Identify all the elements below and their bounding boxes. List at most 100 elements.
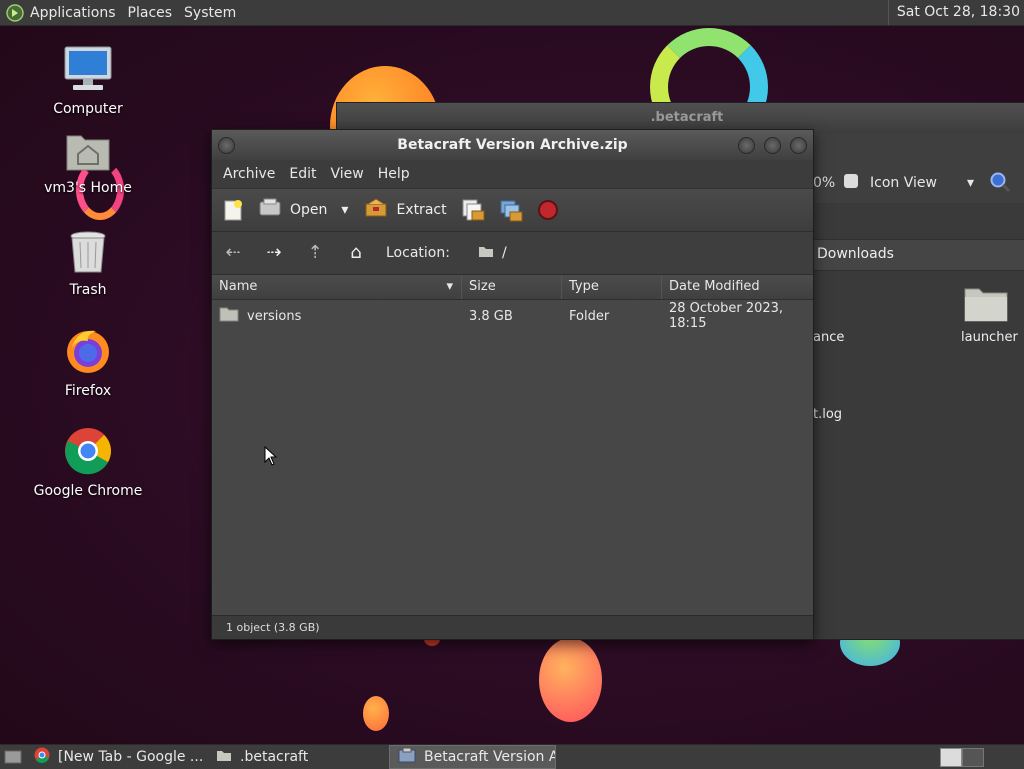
firefox-icon [33,327,143,379]
open-icon [258,198,282,222]
desktop-icon-label: Google Chrome [33,483,143,499]
archive-icon [398,747,416,767]
archive-manager-window[interactable]: Betacraft Version Archive.zip Archive Ed… [211,129,814,640]
decor-orange-egg [539,638,602,722]
zoom-level[interactable]: 0% [813,175,835,191]
desktop-icon-home[interactable]: vm3's Home [33,130,143,196]
folder-icon [219,306,239,326]
search-icon[interactable] [989,171,1011,193]
view-menu[interactable]: View [324,166,371,182]
location-path[interactable]: / [502,245,507,261]
edit-menu[interactable]: Edit [282,166,323,182]
status-bar: 1 object (3.8 GB) [212,615,813,639]
open-label: Open [290,202,328,218]
desktop-icon-label: Trash [69,282,107,298]
taskbar-item-chrome[interactable]: [New Tab - Google ... [26,745,208,769]
location-label: Location: [386,245,450,261]
taskbar-item-archive[interactable]: Betacraft Version Ar... [389,745,556,769]
window-titlebar[interactable]: Betacraft Version Archive.zip [212,130,813,160]
taskbar-item-label: Betacraft Version Ar... [424,749,555,765]
toolbar: Open ▾ Extract [212,188,813,232]
chevron-down-icon: ▾ [966,175,974,191]
add-folder-icon [500,200,523,222]
stop-button[interactable] [537,199,559,221]
open-dropdown-button[interactable]: ▾ [341,202,348,218]
chrome-icon [34,747,50,767]
places-menu[interactable]: Places [122,5,179,21]
folder-icon [478,245,494,262]
column-header-date[interactable]: Date Modified [662,275,813,299]
desktop-icon-computer[interactable]: Computer [33,45,143,117]
decor-small-egg [363,696,389,731]
new-archive-button[interactable] [222,199,244,221]
window-menu-button[interactable] [218,137,235,154]
column-type-label: Type [569,279,599,294]
desktop-icon-label: Computer [53,101,123,117]
home-icon[interactable]: ⌂ [345,242,367,264]
zoom-reset-icon[interactable] [844,174,858,188]
view-mode-select[interactable]: Icon View ▾ [870,175,974,191]
column-date-label: Date Modified [669,279,760,294]
partial-log-label[interactable]: t.log [813,407,842,422]
column-size-label: Size [469,279,496,294]
distro-logo-icon[interactable] [6,3,24,22]
column-name-label: Name [219,279,258,294]
computer-icon [33,45,143,97]
maximize-button[interactable] [764,137,781,154]
folder-icon [216,749,232,766]
applications-menu[interactable]: Applications [24,5,122,21]
stop-icon [537,200,558,220]
desktop-icon-label: Firefox [64,383,112,399]
extract-icon [364,198,388,222]
show-desktop-button[interactable] [0,745,26,769]
new-document-icon [224,200,242,221]
workspace-switcher-2[interactable] [962,748,984,767]
file-type: Folder [569,308,610,324]
sort-descending-icon: ▾ [446,279,453,294]
extract-button[interactable]: Extract [364,198,447,222]
desktop-icon-trash[interactable]: Trash [33,230,143,298]
window-title: Betacraft Version Archive.zip [397,137,628,153]
back-window-title: .betacraft [650,110,724,125]
workspace-switcher[interactable] [940,748,962,767]
close-button[interactable] [790,137,807,154]
forward-arrow-icon[interactable]: ⇢ [263,242,285,264]
column-header-type[interactable]: Type [562,275,662,299]
desktop-icon-firefox[interactable]: Firefox [33,327,143,399]
file-name: versions [247,308,302,324]
file-list-area[interactable] [212,329,813,614]
archive-menu[interactable]: Archive [216,166,282,182]
up-arrow-icon[interactable]: ⇡ [304,242,326,264]
taskbar-item-betacraft-folder[interactable]: .betacraft [208,745,389,769]
back-arrow-icon[interactable]: ⇠ [222,242,244,264]
add-folder-button[interactable] [499,198,523,222]
desktop-icon-label: vm3's Home [44,180,132,196]
minimize-button[interactable] [738,137,755,154]
taskbar-item-label: .betacraft [240,749,309,765]
view-mode-label: Icon View [870,175,937,191]
system-menu[interactable]: System [178,5,242,21]
add-files-button[interactable] [461,198,485,222]
chrome-icon [33,427,143,479]
help-menu[interactable]: Help [371,166,417,182]
top-panel: Applications Places System Sat Oct 28, 1… [0,0,1024,26]
desktop-icon-chrome[interactable]: Google Chrome [33,427,143,499]
location-bar: ⇠ ⇢ ⇡ ⌂ Location: / [212,232,813,275]
downloads-breadcrumb[interactable]: Downloads [817,246,894,262]
table-row[interactable]: versions 3.8 GB Folder 28 October 2023, … [212,300,813,332]
column-header-name[interactable]: Name ▾ [212,275,462,299]
chevron-down-icon: ▾ [341,202,349,218]
menubar: Archive Edit View Help [212,160,813,188]
trash-icon [33,230,143,278]
home-folder-icon [33,130,143,176]
launcher-folder-label[interactable]: launcher [961,330,1018,345]
column-header-size[interactable]: Size [462,275,562,299]
clock[interactable]: Sat Oct 28, 18:30 [887,0,1020,25]
folder-icon[interactable] [963,283,1009,327]
partial-item-label[interactable]: ance [813,330,844,345]
mouse-cursor-icon [264,446,278,466]
bottom-taskbar: [New Tab - Google ... .betacraft Betacra… [0,744,1024,769]
file-size: 3.8 GB [469,308,513,324]
show-desktop-icon [4,750,22,764]
open-button[interactable]: Open [258,198,327,222]
